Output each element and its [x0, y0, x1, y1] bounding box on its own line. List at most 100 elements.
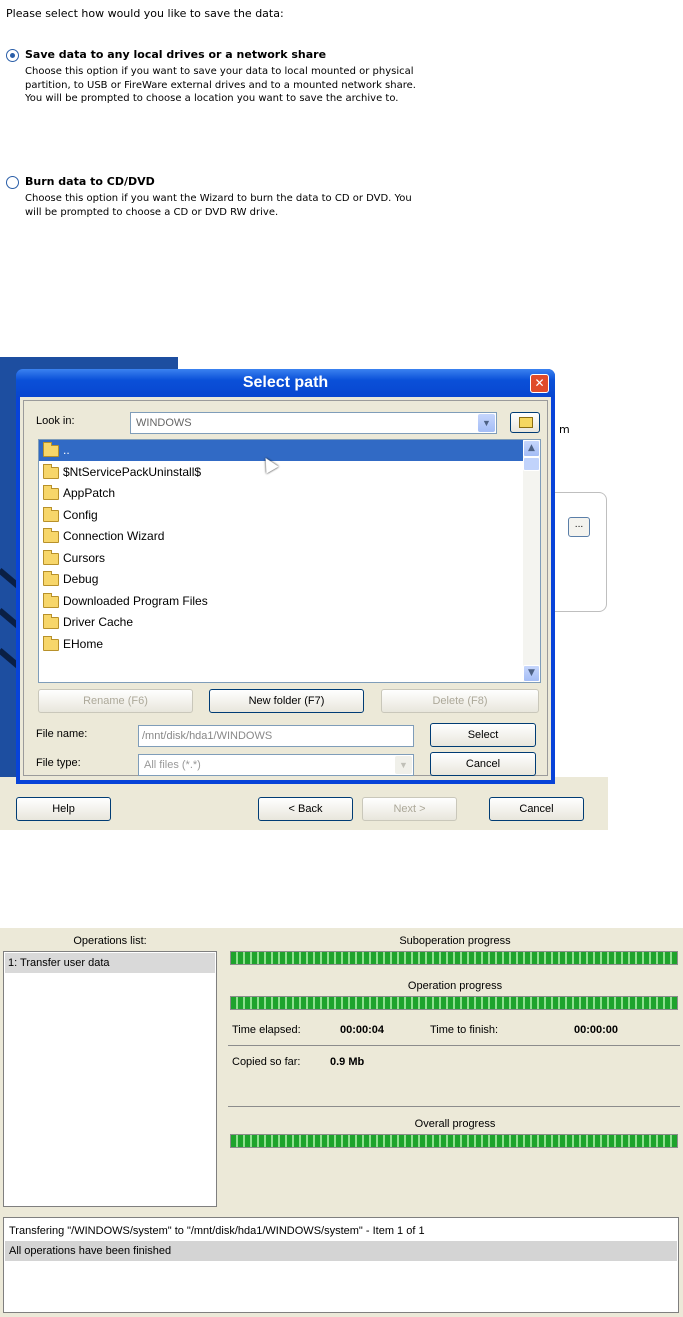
list-item[interactable]: EHome — [39, 634, 524, 655]
folder-icon — [43, 506, 59, 522]
dialog-frame: Look in: WINDOWS ▼ .. $NtServicePackUnin… — [23, 400, 548, 776]
new-folder-button[interactable]: New folder (F7) — [209, 689, 364, 713]
list-item-label: Cursors — [63, 550, 106, 565]
operations-list[interactable]: 1: Transfer user data — [3, 951, 217, 1207]
folder-icon — [43, 485, 59, 500]
log-row: All operations have been finished — [5, 1241, 677, 1261]
list-item[interactable]: Connection Wizard — [39, 526, 524, 547]
list-item[interactable]: .. — [39, 440, 524, 461]
close-icon[interactable]: ✕ — [530, 374, 549, 393]
copied-label: Copied so far: — [232, 1056, 301, 1068]
dialog-body: Look in: WINDOWS ▼ .. $NtServicePackUnin… — [20, 397, 551, 780]
file-name-label: File name: — [36, 728, 88, 740]
overall-progress-fill — [231, 1135, 677, 1147]
time-elapsed-label: Time elapsed: — [232, 1024, 301, 1036]
cancel-button[interactable]: Cancel — [489, 797, 584, 821]
time-to-finish-label: Time to finish: — [430, 1024, 499, 1036]
list-item[interactable]: Cursors — [39, 548, 524, 569]
suboperation-progress-fill — [231, 952, 677, 964]
next-button[interactable]: Next > — [362, 797, 457, 821]
option-burn-cd-label[interactable]: Burn data to CD/DVD — [25, 175, 155, 188]
operation-row[interactable]: 1: Transfer user data — [5, 953, 215, 973]
folder-icon — [43, 463, 59, 479]
select-path-screenshot: m ... Help < Back Next > Cancel Select p… — [0, 357, 608, 830]
overall-title: Overall progress — [414, 1118, 496, 1130]
look-in-dropdown[interactable]: WINDOWS ▼ — [130, 412, 497, 434]
scroll-up-icon[interactable]: ▲ — [523, 440, 540, 457]
option-burn-cd-description: Choose this option if you want the Wizar… — [25, 193, 412, 218]
dialog-title: Select path — [16, 369, 555, 397]
wizard-location-group — [555, 492, 607, 612]
folder-icon — [43, 592, 59, 608]
log-row: Transfering "/WINDOWS/system" to "/mnt/d… — [9, 1225, 425, 1237]
operation-log[interactable]: Transfering "/WINDOWS/system" to "/mnt/d… — [3, 1217, 679, 1313]
radio-burn-cd[interactable] — [6, 176, 19, 189]
up-folder-button[interactable] — [510, 412, 540, 433]
folder-list[interactable]: .. $NtServicePackUninstall$ AppPatch Con… — [38, 439, 541, 683]
progress-panel: Operations list: 1: Transfer user data S… — [0, 928, 683, 1317]
folder-icon — [43, 614, 59, 629]
file-type-dropdown[interactable]: All files (*.*) ▼ — [138, 754, 414, 776]
list-item[interactable]: Config — [39, 505, 524, 526]
list-item-label: AppPatch — [63, 486, 116, 500]
list-item-label: Config — [63, 507, 98, 522]
vertical-scrollbar[interactable]: ▲ ▼ — [523, 440, 540, 682]
file-name-input[interactable]: /mnt/disk/hda1/WINDOWS — [138, 725, 414, 747]
folder-icon — [43, 571, 59, 586]
list-item-label: Downloaded Program Files — [63, 593, 208, 608]
dialog-cancel-button[interactable]: Cancel — [430, 752, 536, 776]
radio-local-drives[interactable] — [6, 49, 19, 62]
option-burn-cd[interactable]: Burn data to CD/DVD Choose this option i… — [6, 175, 446, 245]
folder-icon — [43, 549, 59, 565]
chevron-down-icon[interactable]: ▼ — [478, 414, 495, 432]
suboperation-title: Suboperation progress — [399, 935, 511, 947]
operations-list-header: Operations list: — [73, 935, 147, 947]
wizard-partial-text: m — [559, 423, 570, 436]
wizard-button-bar: Help < Back Next > Cancel — [0, 777, 608, 830]
folder-up-icon — [519, 417, 533, 428]
file-type-value: All files (*.*) — [144, 759, 201, 771]
overall-progress-bar — [230, 1134, 678, 1148]
list-item[interactable]: AppPatch — [39, 483, 524, 504]
look-in-label: Look in: — [36, 415, 75, 427]
option-local-drives-label[interactable]: Save data to any local drives or a netwo… — [25, 48, 326, 61]
scroll-thumb[interactable] — [523, 457, 540, 471]
suboperation-progress-bar — [230, 951, 678, 965]
help-button[interactable]: Help — [16, 797, 111, 821]
operation-progress-bar — [230, 996, 678, 1010]
folder-icon — [43, 635, 59, 651]
time-to-finish-value: 00:00:00 — [574, 1024, 619, 1036]
list-item[interactable]: Driver Cache — [39, 612, 524, 633]
rename-button[interactable]: Rename (F6) — [38, 689, 193, 713]
chevron-down-icon[interactable]: ▼ — [395, 756, 412, 774]
select-path-dialog: Select path ✕ Look in: WINDOWS ▼ .. $NtS… — [16, 369, 555, 784]
list-item[interactable]: $NtServicePackUninstall$ — [39, 462, 524, 483]
option-local-drives[interactable]: Save data to any local drives or a netwo… — [6, 48, 446, 138]
back-button[interactable]: < Back — [258, 797, 353, 821]
folder-icon — [43, 528, 59, 543]
look-in-value: WINDOWS — [136, 417, 192, 429]
list-item-label: Connection Wizard — [63, 529, 165, 543]
list-item-label: .. — [63, 443, 70, 457]
list-item-label: $NtServicePackUninstall$ — [63, 464, 202, 479]
browse-button[interactable]: ... — [568, 517, 590, 537]
list-item-label: EHome — [63, 636, 104, 651]
save-prompt: Please select how would you like to save… — [6, 7, 284, 20]
delete-button[interactable]: Delete (F8) — [381, 689, 539, 713]
file-type-label: File type: — [36, 757, 81, 769]
operation-progress-fill — [231, 997, 677, 1009]
operation-title: Operation progress — [407, 980, 503, 992]
scroll-down-icon[interactable]: ▼ — [523, 665, 540, 682]
list-item-label: Driver Cache — [63, 615, 134, 629]
folder-icon — [43, 442, 59, 457]
list-item[interactable]: Debug — [39, 569, 524, 590]
select-button[interactable]: Select — [430, 723, 536, 747]
list-item-label: Debug — [63, 572, 99, 586]
divider — [228, 1045, 680, 1046]
divider — [228, 1106, 680, 1107]
time-elapsed-value: 00:00:04 — [340, 1024, 385, 1036]
list-item[interactable]: Downloaded Program Files — [39, 591, 524, 612]
copied-value: 0.9 Mb — [330, 1056, 365, 1068]
save-options-panel: Please select how would you like to save… — [0, 0, 683, 270]
option-local-drives-description: Choose this option if you want to save y… — [25, 66, 416, 104]
